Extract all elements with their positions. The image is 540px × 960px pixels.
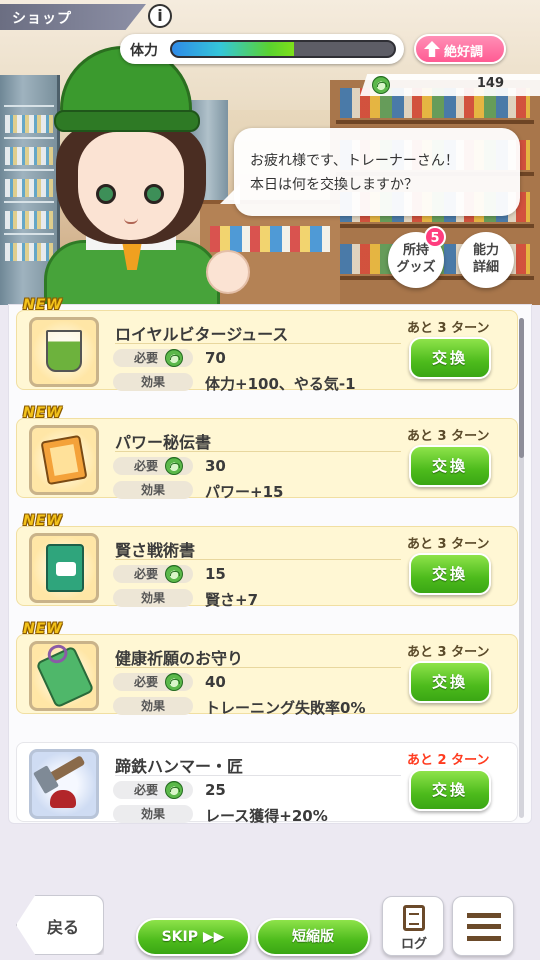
required-pill: 必要 [113, 781, 193, 799]
exchange-button[interactable]: 交換 [409, 553, 491, 595]
shop-coin-icon [165, 349, 183, 367]
item-cost: 15 [205, 565, 226, 583]
item-effect: レース獲得+20% [205, 807, 328, 825]
new-tag: NEW [23, 405, 63, 421]
item-effect: パワー+15 [205, 483, 284, 501]
tactics-book-icon [46, 544, 84, 592]
short-version-button[interactable]: 短縮版 [256, 918, 370, 956]
exchange-button[interactable]: 交換 [409, 661, 491, 703]
ability-detail-label-1: 能力 [472, 243, 499, 258]
effect-pill: 効果 [113, 805, 193, 823]
exchange-button[interactable]: 交換 [409, 445, 491, 487]
shop-title-tab: ショップ [0, 4, 146, 30]
owned-goods-badge: 5 [424, 226, 446, 248]
shop-coin-icon [372, 76, 390, 94]
item-cost: 70 [205, 349, 226, 367]
shop-coin-icon [165, 673, 183, 691]
item-cost: 25 [205, 781, 226, 799]
item-effect: 体力+100、やる気-1 [205, 375, 356, 393]
shop-coin-icon [165, 565, 183, 583]
exchange-button[interactable]: 交換 [409, 337, 491, 379]
skip-button[interactable]: SKIP ▶▶ [136, 918, 250, 956]
scrollbar-thumb[interactable] [519, 318, 524, 458]
shop-clerk-character [40, 40, 250, 305]
effect-pill: 効果 [113, 697, 193, 715]
charm-amulet-icon [35, 645, 95, 709]
coin-count: 149 [476, 76, 504, 91]
info-button[interactable]: i [148, 4, 172, 28]
required-pill: 必要 [113, 457, 193, 475]
required-pill: 必要 [113, 565, 193, 583]
horseshoe-icon [50, 790, 76, 808]
item-name: パワー秘伝書 [115, 433, 212, 452]
stamina-gauge: 体力 [120, 34, 404, 64]
log-document-icon [403, 905, 425, 931]
shop-coin-icon [165, 781, 183, 799]
speech-bubble: お疲れ様です、トレーナーさん！ 本日は何を交換しますか？ [234, 128, 520, 216]
effect-pill: 効果 [113, 589, 193, 607]
item-effect: トレーニング失敗率0% [205, 699, 366, 717]
mood-label: 絶好調 [444, 45, 484, 60]
shop-title: ショップ [12, 11, 72, 27]
turns-remaining: あと 3 ターン [407, 321, 490, 336]
dialog-line-2: 本日は何を交換しますか？ [250, 177, 418, 193]
shop-item: NEW ロイヤルビタージュース 必要 70 効果 体力+100、やる気-1 あと… [16, 297, 518, 393]
back-label: 戻る [47, 918, 80, 937]
required-pill: 必要 [113, 349, 193, 367]
item-name: ロイヤルビタージュース [115, 325, 289, 344]
item-icon-box [29, 641, 99, 711]
back-button[interactable]: 戻る [16, 895, 104, 955]
item-icon-box [29, 533, 99, 603]
ability-detail-button[interactable]: 能力 詳細 [458, 232, 514, 288]
menu-button[interactable] [452, 896, 514, 956]
scroll-book-icon [40, 434, 88, 486]
stamina-fill [172, 42, 295, 56]
stamina-label: 体力 [130, 43, 158, 59]
effect-pill: 効果 [113, 373, 193, 391]
item-icon-box [29, 749, 99, 819]
item-effect: 賢さ+7 [205, 591, 259, 609]
item-cost: 40 [205, 673, 226, 691]
owned-goods-label-2: グッズ [396, 260, 436, 275]
stamina-track [170, 40, 396, 58]
turns-remaining: あと 3 ターン [407, 429, 490, 444]
item-name: 蹄鉄ハンマー・匠 [115, 757, 244, 776]
log-label: ログ [400, 937, 427, 952]
exchange-button[interactable]: 交換 [409, 769, 491, 811]
shop-item: NEW パワー秘伝書 必要 30 効果 パワー+15 あと 3 ターン 交換 [16, 405, 518, 501]
ability-detail-label-2: 詳細 [472, 260, 499, 275]
shop-item: NEW 賢さ戦術書 必要 15 効果 賢さ+7 あと 3 ターン 交換 [16, 513, 518, 609]
hamburger-menu-icon [467, 913, 501, 941]
turns-remaining: あと 2 ターン [407, 753, 490, 768]
coin-counter: 149 [360, 74, 540, 96]
item-name: 賢さ戦術書 [115, 541, 196, 560]
shop-item: 蹄鉄ハンマー・匠 必要 25 効果 レース獲得+20% あと 2 ターン 交換 [16, 742, 518, 825]
log-button[interactable]: ログ [382, 896, 444, 956]
turns-remaining: あと 3 ターン [407, 645, 490, 660]
effect-pill: 効果 [113, 481, 193, 499]
hammer-icon [40, 755, 86, 787]
new-tag: NEW [23, 621, 63, 637]
new-tag: NEW [23, 297, 63, 313]
new-tag: NEW [23, 513, 63, 529]
item-icon-box [29, 317, 99, 387]
item-icon-box [29, 425, 99, 495]
mood-up-arrow-icon [424, 41, 440, 57]
dialog-line-1: お疲れ様です、トレーナーさん！ [250, 153, 459, 169]
list-scrollbar[interactable] [519, 318, 524, 818]
shop-coin-icon [165, 457, 183, 475]
juice-glass-icon [46, 330, 82, 372]
mood-badge: 絶好調 [414, 34, 506, 64]
item-cost: 30 [205, 457, 226, 475]
required-pill: 必要 [113, 673, 193, 691]
turns-remaining: あと 3 ターン [407, 537, 490, 552]
item-name: 健康祈願のお守り [115, 649, 244, 668]
shop-item: NEW 健康祈願のお守り 必要 40 効果 トレーニング失敗率0% あと 3 タ… [16, 621, 518, 717]
